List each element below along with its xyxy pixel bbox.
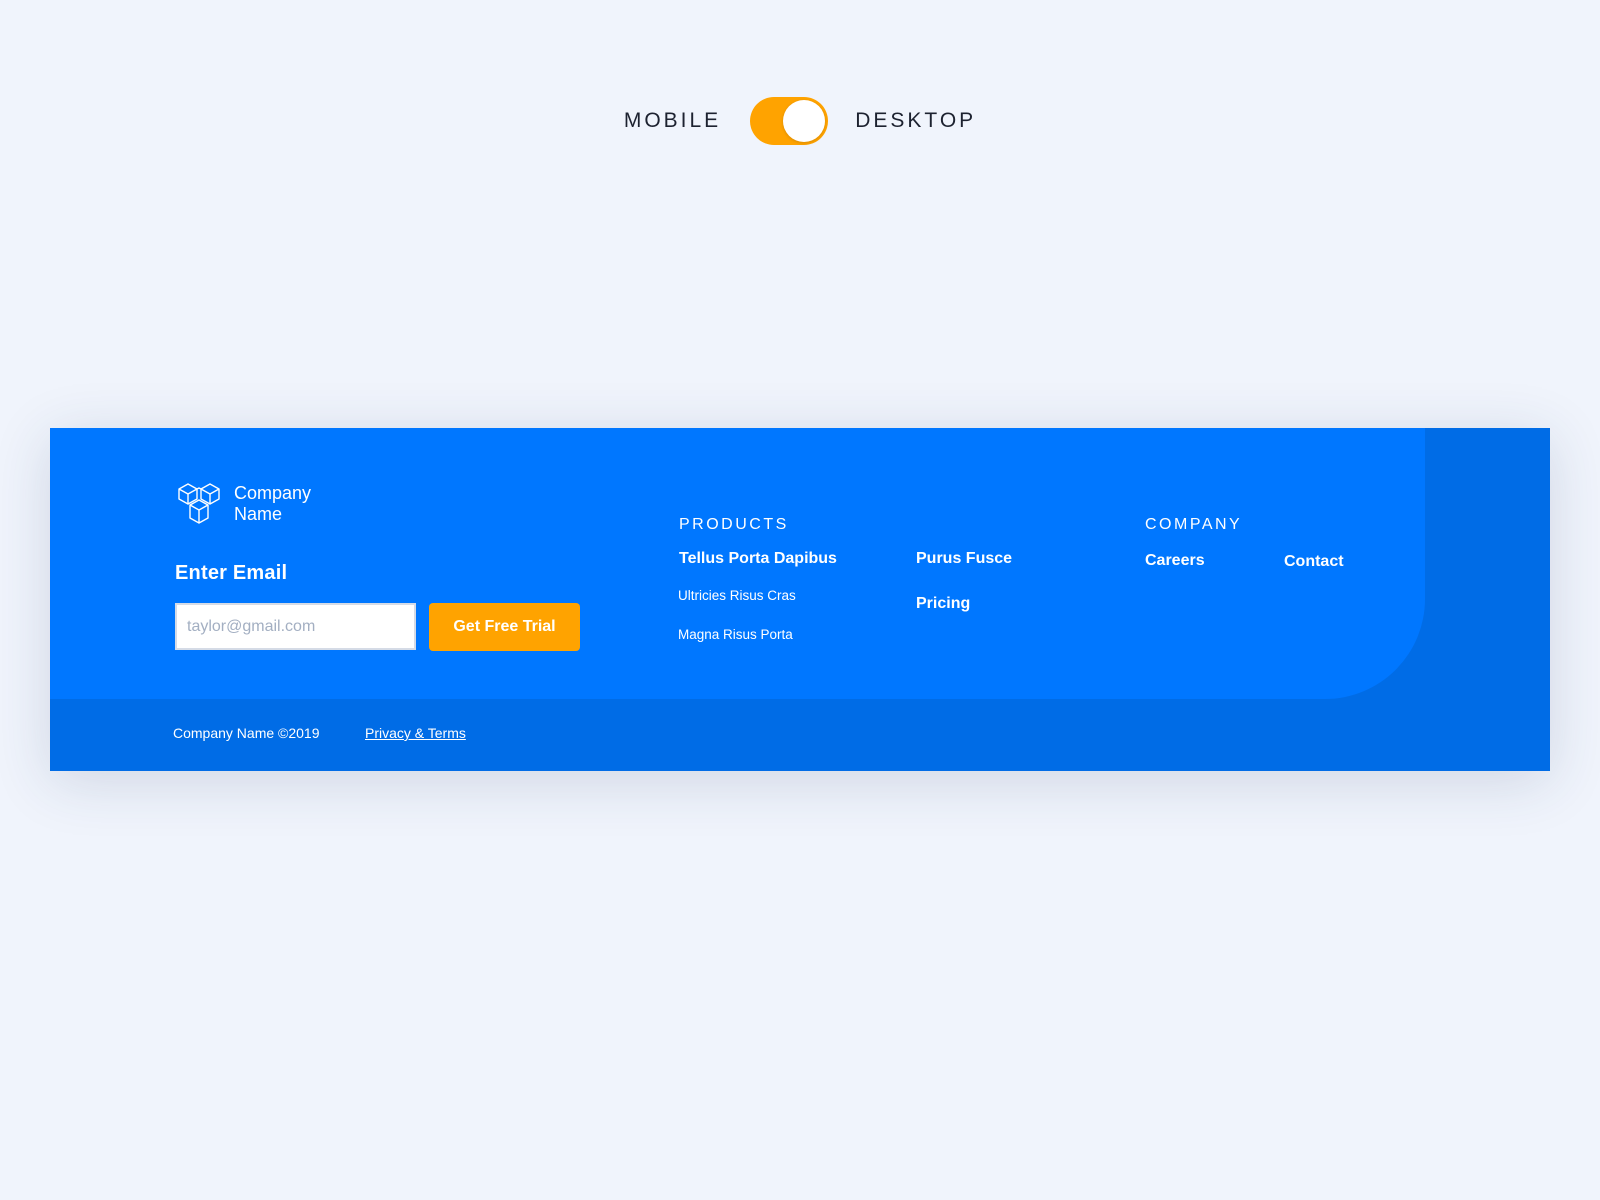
privacy-terms-link[interactable]: Privacy & Terms [365,725,466,741]
copyright-text: Company Name ©2019 [173,725,320,741]
products-heading: PRODUCTS [679,516,789,533]
company-link-contact[interactable]: Contact [1284,553,1344,571]
footer-main-panel: Company Name Enter Email Get Free Trial … [50,428,1425,699]
products-link-magna-risus-porta[interactable]: Magna Risus Porta [678,627,793,642]
mobile-desktop-switch[interactable] [750,97,829,145]
products-link-tellus-porta-dapibus[interactable]: Tellus Porta Dapibus [679,550,837,568]
brand-logo[interactable]: Company Name [175,480,311,528]
products-link-pricing[interactable]: Pricing [916,595,970,613]
email-signup-label: Enter Email [175,562,288,584]
email-input[interactable] [175,603,416,650]
company-link-careers[interactable]: Careers [1145,552,1205,570]
view-toggle: MOBILE DESKTOP [0,97,1600,145]
products-link-purus-fusce[interactable]: Purus Fusce [916,550,1012,568]
hexagon-cubes-icon [178,483,220,524]
brand-name: Company Name [234,483,311,525]
company-heading: COMPANY [1145,516,1243,533]
switch-knob[interactable] [783,100,826,142]
site-footer: Company Name Enter Email Get Free Trial … [50,428,1550,771]
get-free-trial-button[interactable]: Get Free Trial [429,603,580,651]
brand-name-line1: Company [234,483,312,503]
brand-name-line2: Name [234,504,283,524]
products-link-ultricies-risus-cras[interactable]: Ultricies Risus Cras [678,588,796,603]
mobile-label[interactable]: MOBILE [624,109,721,133]
desktop-label[interactable]: DESKTOP [855,109,976,133]
